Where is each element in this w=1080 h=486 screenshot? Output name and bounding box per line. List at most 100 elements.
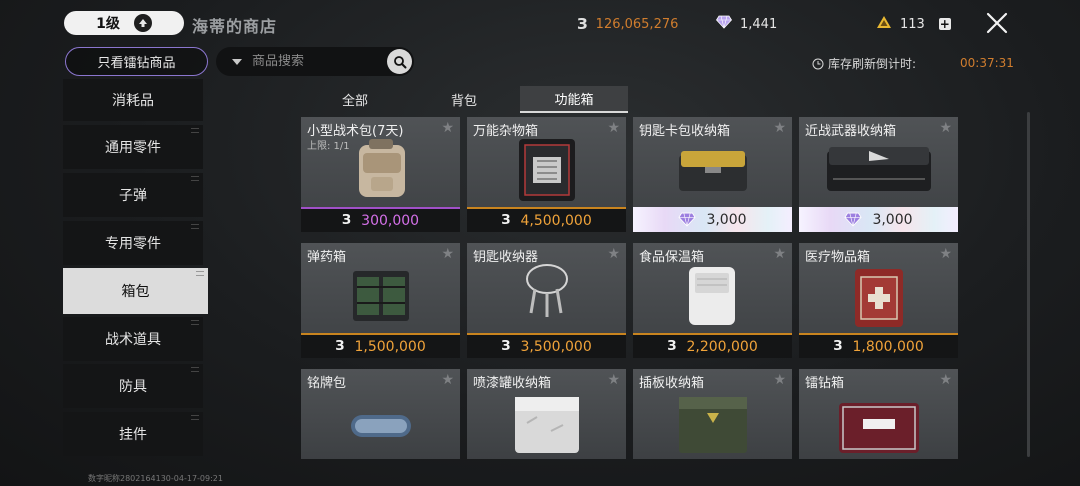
- favorite-star-icon[interactable]: ★: [939, 372, 952, 388]
- sidebar-item-charms[interactable]: 挂件: [63, 412, 203, 456]
- grip-icon: [191, 415, 199, 420]
- diamond-icon: [844, 212, 863, 227]
- item-name: 医疗物品箱: [805, 250, 871, 265]
- close-icon[interactable]: [982, 8, 1012, 38]
- item-price: 3,000: [706, 211, 747, 228]
- item-price: 1,500,000: [354, 338, 426, 355]
- favorite-star-icon[interactable]: ★: [939, 120, 952, 136]
- grip-icon: [191, 320, 199, 325]
- search-input[interactable]: [252, 54, 372, 69]
- item-name: 万能杂物箱: [473, 124, 539, 139]
- shop-item-card[interactable]: 近战武器收纳箱 ★ 3,000: [799, 117, 958, 232]
- search-icon: [393, 55, 406, 68]
- triangle-currency-icon: [876, 15, 892, 33]
- favorite-star-icon[interactable]: ★: [773, 372, 786, 388]
- plate-case-icon: [679, 397, 747, 453]
- melee-case-icon: [827, 147, 931, 191]
- item-price: 1,800,000: [852, 338, 924, 355]
- item-price: 3,000: [872, 211, 913, 228]
- item-name: 食品保温箱: [639, 250, 705, 265]
- shop-item-card[interactable]: 小型战术包(7天) 上限: 1/1 ★ З 300,000: [301, 117, 460, 232]
- coin-icon: З: [341, 213, 352, 228]
- search-button[interactable]: [387, 49, 412, 74]
- clock-icon: [812, 58, 824, 69]
- shop-item-card[interactable]: 医疗物品箱 ★ З 1,800,000: [799, 243, 958, 358]
- purchase-limit: 上限: 1/1: [307, 141, 350, 152]
- item-grid-scrollbar[interactable]: [1027, 112, 1030, 457]
- price-bar: З 4,500,000: [467, 207, 626, 232]
- item-name: 插板收纳箱: [639, 376, 705, 391]
- sidebar-item-special-parts[interactable]: 专用零件: [63, 221, 203, 265]
- sidebar-item-general-parts[interactable]: 通用零件: [63, 125, 203, 169]
- favorite-star-icon[interactable]: ★: [773, 120, 786, 136]
- item-price: 2,200,000: [686, 338, 758, 355]
- shop-item-card[interactable]: 铭牌包 ★: [301, 369, 460, 459]
- sidebar-item-label: 通用零件: [105, 140, 161, 156]
- grip-icon: [191, 224, 199, 229]
- diamond-balance: 1,441: [715, 15, 777, 33]
- price-bar: 3,000: [799, 207, 958, 232]
- grip-icon: [191, 128, 199, 133]
- tab-function-box[interactable]: 功能箱: [520, 86, 628, 113]
- shop-item-card[interactable]: 万能杂物箱 ★ З 4,500,000: [467, 117, 626, 232]
- item-name: 镭钻箱: [805, 376, 845, 391]
- price-bar: З 300,000: [301, 207, 460, 232]
- tab-backpack[interactable]: 背包: [410, 86, 518, 113]
- shop-item-card[interactable]: 钥匙收纳器 ★ З 3,500,000: [467, 243, 626, 358]
- coin-icon: З: [501, 213, 511, 228]
- sidebar-item-tactical-items[interactable]: 战术道具: [63, 317, 203, 361]
- price-bar: З 1,800,000: [799, 333, 958, 358]
- sidebar-item-label: 箱包: [121, 284, 150, 300]
- add-currency-button[interactable]: +: [938, 18, 951, 30]
- tab-label: 功能箱: [554, 93, 594, 108]
- shop-item-card[interactable]: 镭钻箱 ★: [799, 369, 958, 459]
- tab-all[interactable]: 全部: [301, 86, 409, 113]
- item-name: 近战武器收纳箱: [805, 124, 897, 139]
- shop-item-card[interactable]: 喷漆罐收纳箱 ★: [467, 369, 626, 459]
- dropdown-arrow-icon[interactable]: [232, 58, 242, 65]
- dogtag-case-icon: [351, 415, 411, 437]
- item-name: 钥匙卡包收纳箱: [639, 124, 731, 139]
- sidebar-item-armor[interactable]: 防具: [63, 364, 203, 408]
- shop-item-card[interactable]: 食品保温箱 ★ З 2,200,000: [633, 243, 792, 358]
- favorite-star-icon[interactable]: ★: [939, 246, 952, 262]
- sidebar-item-bags[interactable]: 箱包: [63, 268, 208, 314]
- price-bar: З 1,500,000: [301, 333, 460, 358]
- favorite-star-icon[interactable]: ★: [607, 246, 620, 262]
- coin-icon: З: [833, 339, 843, 354]
- diamond-only-filter-button[interactable]: 只看镭钻商品: [65, 47, 208, 76]
- sidebar-item-ammo[interactable]: 子弹: [63, 173, 203, 217]
- coin-balance: З 126,065,276: [577, 15, 678, 33]
- diamond-icon: [678, 212, 697, 227]
- shop-item-card[interactable]: 插板收纳箱 ★: [633, 369, 792, 459]
- favorite-star-icon[interactable]: ★: [607, 120, 620, 136]
- ammo-box-icon: [353, 271, 409, 321]
- refresh-countdown-timer: 00:37:31: [960, 56, 1014, 70]
- favorite-star-icon[interactable]: ★: [773, 246, 786, 262]
- sidebar-item-label: 防具: [119, 379, 147, 395]
- price-bar: 3,000: [633, 207, 792, 232]
- tri-currency-amount: 113: [900, 16, 925, 32]
- coin-icon: З: [335, 339, 345, 354]
- level-badge[interactable]: 1级: [64, 11, 184, 35]
- favorite-star-icon[interactable]: ★: [441, 246, 454, 262]
- diamond-icon: [715, 15, 733, 33]
- sidebar-item-label: 消耗品: [112, 93, 154, 109]
- tab-label: 全部: [341, 94, 368, 109]
- item-name: 弹药箱: [307, 250, 347, 265]
- shop-item-card[interactable]: 钥匙卡包收纳箱 ★ 3,000: [633, 117, 792, 232]
- shop-item-card[interactable]: 弹药箱 ★ З 1,500,000: [301, 243, 460, 358]
- price-bar: З 2,200,000: [633, 333, 792, 358]
- favorite-star-icon[interactable]: ★: [607, 372, 620, 388]
- diamond-case-icon: [839, 403, 919, 453]
- tab-label: 背包: [450, 94, 477, 109]
- favorite-star-icon[interactable]: ★: [441, 372, 454, 388]
- search-box: [216, 47, 414, 76]
- key-ring-icon: [526, 264, 568, 317]
- coin-amount: 126,065,276: [595, 16, 679, 32]
- medical-case-icon: [855, 269, 903, 327]
- favorite-star-icon[interactable]: ★: [441, 120, 454, 136]
- sidebar-item-consumables[interactable]: 消耗品: [63, 79, 203, 121]
- tri-currency-balance: 113 +: [876, 15, 951, 33]
- sidebar-item-label: 子弹: [119, 188, 147, 204]
